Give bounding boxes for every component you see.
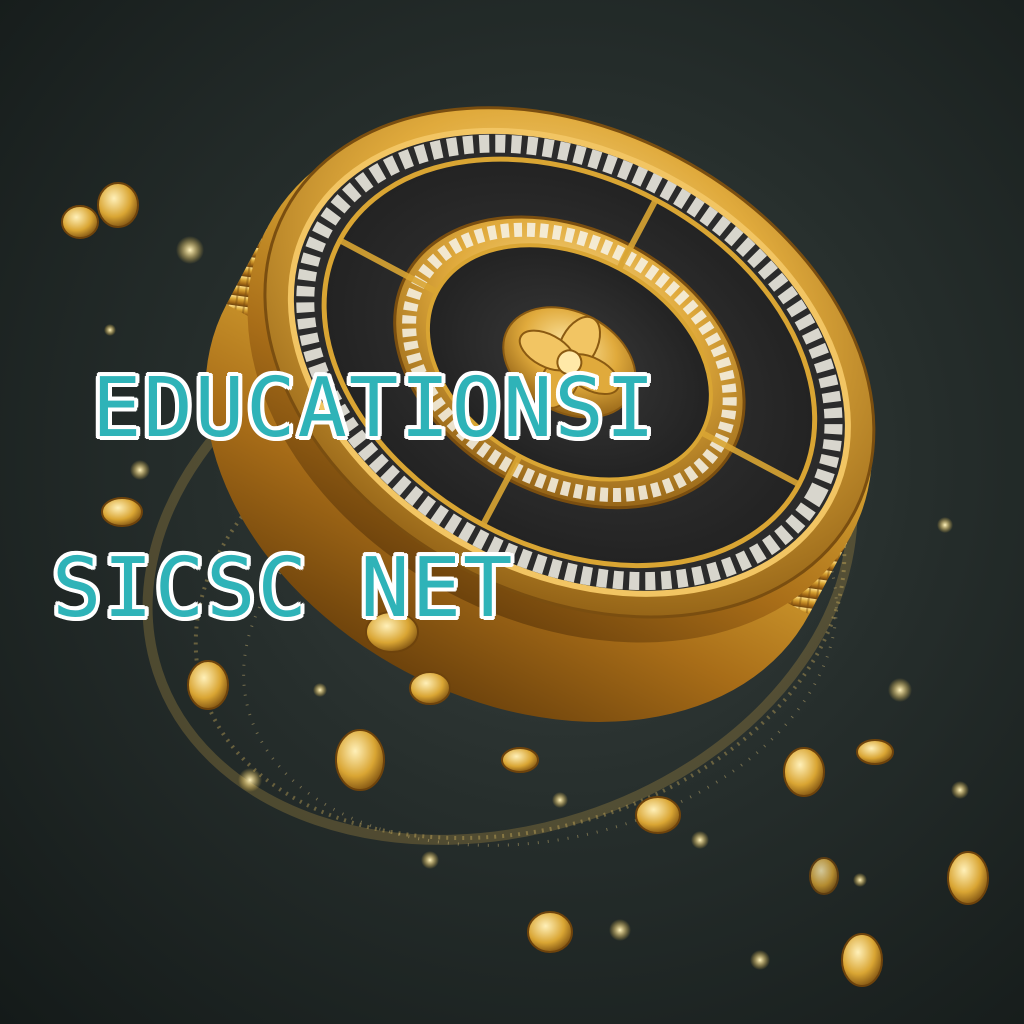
overlay-text-line-1: EDUCATIONSI: [92, 361, 658, 456]
overlay-text-line-2: SICSC NET: [52, 541, 515, 636]
image-canvas: EDUCATIONSI SICSC NET: [0, 0, 1024, 1024]
roulette-coin-illustration: [61, 106, 989, 987]
